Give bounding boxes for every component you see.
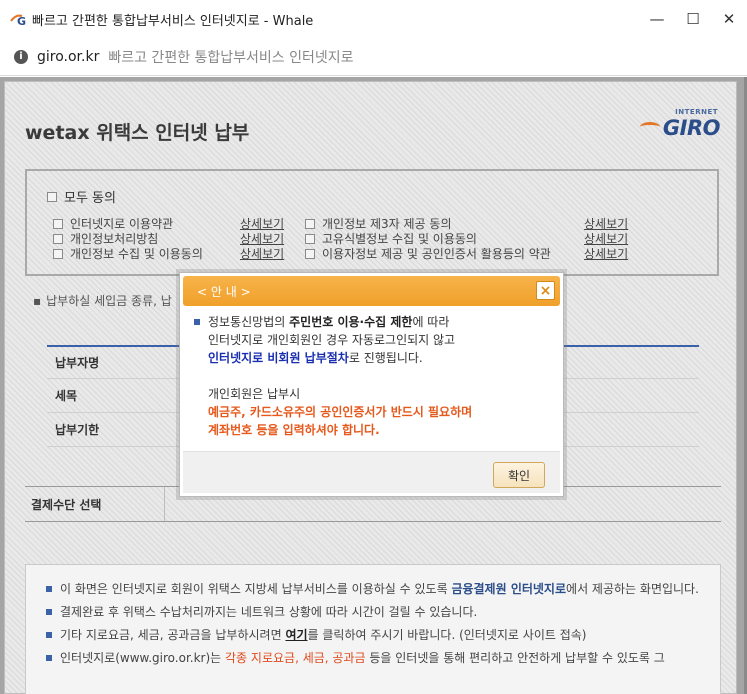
address-bar[interactable]: i giro.or.kr 빠르고 간편한 통합납부서비스 인터넷지로 [0, 38, 747, 76]
address-page-title: 빠르고 간편한 통합납부서비스 인터넷지로 [108, 49, 354, 66]
agreement-label: 이용자정보 제공 및 공인인증서 활용등의 약관 [322, 247, 551, 261]
agreement-checkbox[interactable] [53, 233, 63, 244]
modal-line: 인터넷지로 개인회원인 경우 자동로그인되지 않고 [208, 333, 456, 347]
info-box: 이 화면은 인터넷지로 회원이 위택스 지방세 납부서비스를 이용하실 수 있도… [25, 564, 721, 694]
modal-blue-text: 인터넷지로 비회원 납부절차 [208, 351, 349, 365]
agree-all-row[interactable]: 모두 동의 [47, 187, 116, 206]
agreement-checkbox[interactable] [53, 248, 63, 259]
bullet-icon [46, 632, 52, 638]
page-header: wetax 위택스 인터넷 납부 INTERNET GIRO [5, 82, 736, 162]
modal-line: 정보통신망법의 주민번호 이용·수집 제한에 따라 [194, 313, 544, 331]
tax-item-label: 세목 [55, 389, 78, 403]
giro-logo-small: INTERNET [675, 108, 718, 116]
payer-name-label: 납부자명 [55, 356, 100, 370]
modal-line: 개인회원은 납부시 [208, 387, 301, 401]
info-line: 인터넷지로(www.giro.or.kr)는 각종 지로요금, 세금, 공과금 … [46, 650, 700, 667]
modal-text: 에 따라 [412, 315, 450, 329]
agreement-item[interactable]: 개인정보 수집 및 이용동의 [53, 245, 203, 262]
info-text: 에서 제공하는 화면입니다. [566, 582, 699, 596]
info-text: 를 클릭하여 주시기 바랍니다. (인터넷지로 사이트 접속) [307, 628, 587, 642]
modal-text: 정보통신망법의 [208, 315, 290, 329]
giro-logo-word: GIRO [662, 116, 721, 140]
agreement-checkbox[interactable] [305, 233, 315, 244]
close-window-button[interactable]: ✕ [711, 0, 747, 38]
bullet-icon [46, 655, 52, 661]
info-highlight: 각종 지로요금, 세금, 공과금 [225, 651, 366, 665]
maximize-button[interactable]: ☐ [675, 0, 711, 38]
bullet-icon [46, 586, 52, 592]
notice-modal: < 안 내 > × 정보통신망법의 주민번호 이용·수집 제한에 따라 인터넷지… [179, 272, 564, 497]
agreement-checkbox[interactable] [53, 218, 63, 229]
info-text: 등을 인터넷을 통해 편리하고 안전하게 납부할 수 있도록 그 [365, 651, 665, 665]
notice-text: 납부하실 세입금 종류, 납 [33, 292, 172, 309]
site-info-icon[interactable]: i [14, 49, 28, 64]
info-text: 인터넷지로(www.giro.or.kr)는 [60, 651, 226, 665]
info-highlight: 금융결제원 인터넷지로 [451, 582, 567, 596]
window-title: 빠르고 간편한 통합납부서비스 인터넷지로 - Whale [32, 13, 314, 29]
info-line: 결제완료 후 위택스 수납처리까지는 네트워크 상황에 따라 시간이 걸릴 수 … [46, 604, 700, 621]
info-line: 기타 지로요금, 세금, 공과금을 납부하시려면 여기를 클릭하여 주시기 바랍… [46, 627, 700, 644]
modal-header: < 안 내 > × [183, 276, 560, 306]
modal-title: < 안 내 > [197, 285, 251, 299]
detail-link[interactable]: 상세보기 [240, 245, 284, 262]
agreement-item[interactable]: 이용자정보 제공 및 공인인증서 활용등의 약관 [305, 245, 551, 262]
bullet-icon [46, 609, 52, 615]
agreement-box: 모두 동의 인터넷지로 이용약관 상세보기 개인정보처리방침 상세보기 개인정보… [25, 169, 719, 276]
modal-warning-line: 예금주, 카드소유주의 공인인증서가 반드시 필요하며 [208, 405, 473, 419]
giro-favicon-icon: G [10, 12, 28, 26]
info-text: 결제완료 후 위택스 수납처리까지는 네트워크 상황에 따라 시간이 걸릴 수 … [60, 605, 478, 619]
giro-logo: INTERNET GIRO [640, 108, 721, 140]
agreement-checkbox[interactable] [305, 218, 315, 229]
bullet-icon [194, 319, 200, 325]
address-domain: giro.or.kr [37, 48, 100, 65]
modal-text: 로 진행됩니다. [348, 351, 423, 365]
giro-swoosh-icon [640, 122, 660, 132]
confirm-button[interactable]: 확인 [493, 462, 545, 488]
info-text: 이 화면은 인터넷지로 회원이 위택스 지방세 납부서비스를 이용하실 수 있도… [60, 582, 452, 596]
due-date-label: 납부기한 [55, 423, 100, 437]
agreement-label: 개인정보 수집 및 이용동의 [70, 247, 203, 261]
modal-close-button[interactable]: × [536, 281, 555, 300]
page-title: wetax 위택스 인터넷 납부 [25, 122, 250, 144]
detail-link[interactable]: 상세보기 [584, 245, 628, 262]
modal-bold-text: 주민번호 이용·수집 제한 [289, 315, 413, 329]
window-titlebar: G 빠르고 간편한 통합납부서비스 인터넷지로 - Whale — ☐ ✕ [0, 0, 747, 38]
info-text: 기타 지로요금, 세금, 공과금을 납부하시려면 [60, 628, 286, 642]
modal-footer: 확인 [183, 451, 560, 493]
agree-all-checkbox[interactable] [47, 191, 57, 202]
info-line: 이 화면은 인터넷지로 회원이 위택스 지방세 납부서비스를 이용하실 수 있도… [46, 581, 700, 598]
svg-text:G: G [17, 15, 26, 26]
payment-method-label: 결제수단 선택 [25, 487, 165, 521]
minimize-button[interactable]: — [639, 0, 675, 38]
agreement-checkbox[interactable] [305, 248, 315, 259]
modal-line: 인터넷지로 비회원 납부절차로 진행됩니다. [194, 349, 544, 367]
modal-warning-line: 계좌번호 등을 입력하셔야 합니다. [208, 423, 380, 437]
modal-body: 정보통신망법의 주민번호 이용·수집 제한에 따라 인터넷지로 개인회원인 경우… [194, 313, 544, 439]
agree-all-label: 모두 동의 [64, 191, 116, 206]
here-link[interactable]: 여기 [285, 628, 307, 642]
